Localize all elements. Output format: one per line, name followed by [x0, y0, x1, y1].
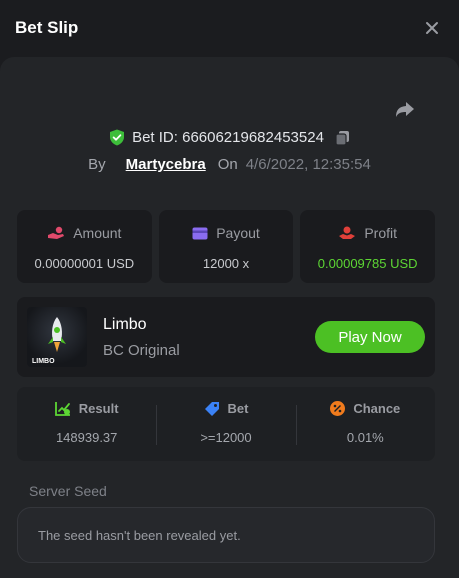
- server-seed-box: The seed hasn't been revealed yet.: [17, 507, 435, 563]
- rocket-icon: LIMBO: [32, 317, 66, 365]
- share-icon: [396, 102, 414, 117]
- bet-id-row: Bet ID: 66606219682453524: [0, 129, 459, 146]
- tag-icon: [204, 402, 219, 416]
- result-bet: Bet >=12000: [156, 387, 295, 461]
- stat-amount-label: Amount: [73, 225, 122, 241]
- close-icon: [426, 22, 438, 34]
- hand-money-icon: [339, 226, 356, 239]
- copy-button[interactable]: [335, 130, 350, 146]
- chart-check-icon: [54, 402, 70, 416]
- result-label: Result: [78, 401, 119, 416]
- modal-header: Bet Slip: [0, 0, 459, 56]
- percent-icon: [330, 401, 346, 416]
- user-link[interactable]: Martycebra: [126, 156, 206, 173]
- game-subtitle: BC Original: [103, 342, 180, 359]
- stat-profit-label: Profit: [364, 225, 398, 241]
- chance-label: Chance: [353, 401, 401, 416]
- bet-results: Result 148939.37 Bet >=12000 Chance 0.01…: [17, 387, 435, 461]
- chance-value: 0.01%: [346, 430, 384, 445]
- stat-amount-value: 0.00000001 USD: [34, 256, 135, 271]
- stat-payout: Payout 12000 x: [158, 210, 294, 283]
- play-now-button[interactable]: Play Now: [315, 321, 425, 353]
- bet-date: 4/6/2022, 12:35:54: [245, 156, 371, 173]
- modal-body: Bet ID: 66606219682453524 By Martycebra …: [0, 57, 459, 578]
- stat-profit-value: 0.00009785 USD: [317, 256, 418, 271]
- hand-coin-icon: [48, 226, 65, 239]
- result-chance: Chance 0.01%: [295, 387, 435, 461]
- stat-payout-label: Payout: [216, 225, 260, 241]
- thumb-label: LIMBO: [32, 358, 55, 365]
- result-value: 148939.37: [55, 430, 118, 445]
- bet-slip-modal: Bet Slip Bet ID: 66606219682453524 By Ma…: [0, 0, 459, 578]
- stat-payout-value: 12000 x: [202, 256, 250, 271]
- game-name: Limbo: [103, 316, 147, 333]
- close-button[interactable]: [420, 16, 444, 40]
- stat-amount: Amount 0.00000001 USD: [17, 210, 152, 283]
- bet-stats: Amount 0.00000001 USD Payout 12000 x Pro…: [17, 210, 436, 283]
- copy-icon: [335, 130, 349, 146]
- game-card: LIMBO Limbo BC Original Play Now: [17, 297, 435, 377]
- bet-label: Bet: [227, 401, 249, 416]
- server-seed-label: Server Seed: [29, 483, 107, 499]
- bet-meta-row: By Martycebra On 4/6/2022, 12:35:54: [0, 156, 459, 173]
- by-label: By: [88, 156, 106, 173]
- share-button[interactable]: [393, 97, 417, 121]
- shield-check-icon: [110, 129, 125, 146]
- card-icon: [192, 227, 208, 239]
- modal-title: Bet Slip: [15, 18, 79, 37]
- on-label: On: [217, 156, 238, 173]
- bet-id-text: Bet ID: 66606219682453524: [132, 129, 324, 146]
- bet-value: >=12000: [200, 430, 252, 445]
- stat-profit: Profit 0.00009785 USD: [300, 210, 436, 283]
- game-thumbnail[interactable]: LIMBO: [27, 307, 87, 367]
- result-result: Result 148939.37: [17, 387, 156, 461]
